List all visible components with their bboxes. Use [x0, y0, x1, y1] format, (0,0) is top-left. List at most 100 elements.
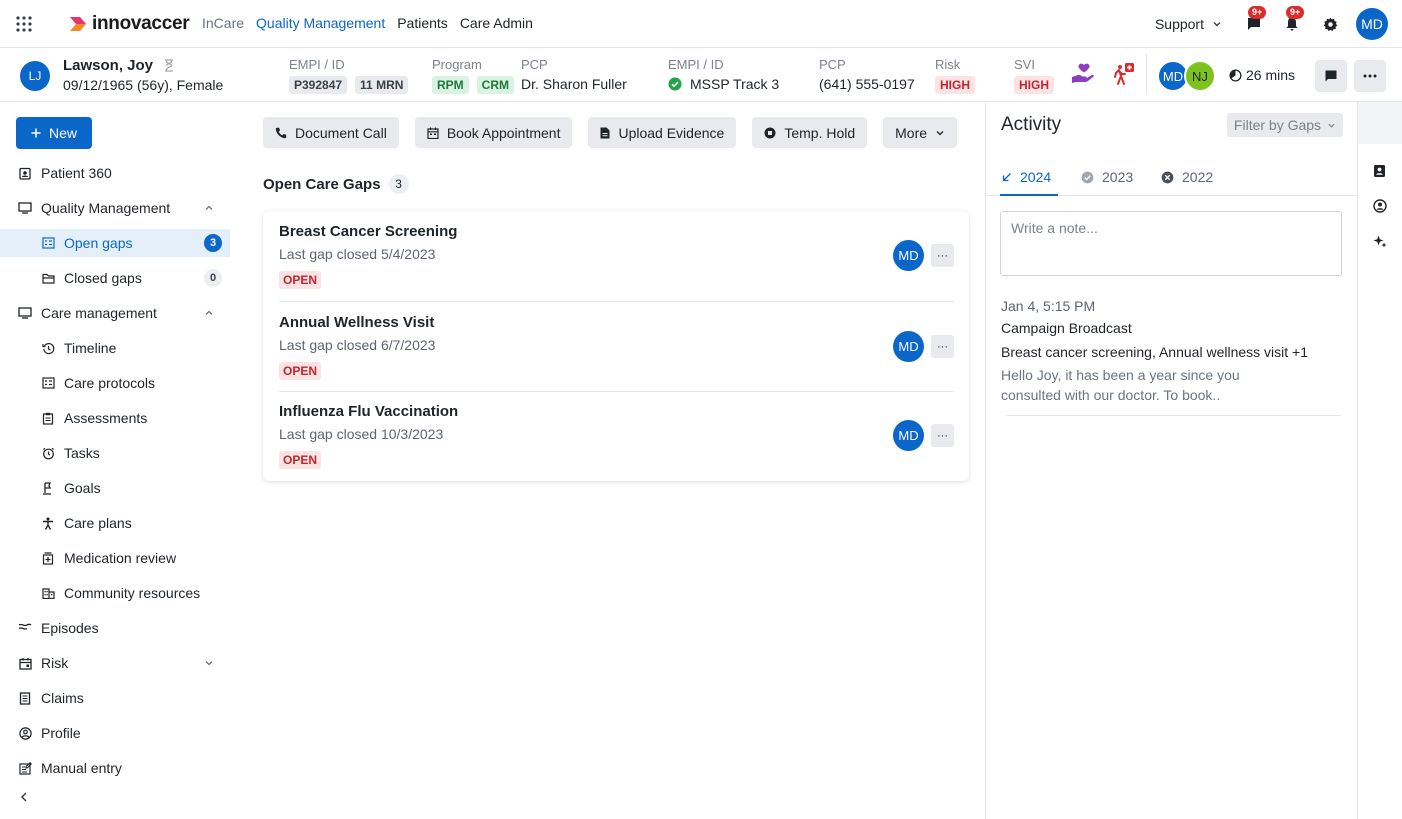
sparkle-icon[interactable] [1373, 234, 1387, 248]
risk-field: Risk HIGH [935, 57, 975, 94]
patient-name[interactable]: Lawson, Joy [63, 57, 153, 74]
sidebar-item-label: Episodes [41, 620, 99, 636]
tab-2024-label: 2024 [1020, 169, 1052, 185]
filter-by-gaps-button[interactable]: Filter by Gaps [1227, 113, 1343, 137]
building-icon [41, 586, 55, 600]
active-tab-indicator [1000, 194, 1058, 196]
hourglass-icon[interactable] [163, 59, 175, 72]
filter-by-gaps-label: Filter by Gaps [1233, 117, 1322, 133]
settings-button[interactable] [1318, 12, 1342, 36]
sidebar-item-care-plans[interactable]: Care plans [0, 509, 230, 537]
care-gap-title[interactable]: Breast Cancer Screening [279, 223, 457, 240]
activity-message: Hello Joy, it has been a year since you … [1001, 367, 1240, 403]
care-gap-more-button[interactable]: ··· [931, 335, 954, 358]
support-menu[interactable]: Support [1155, 16, 1222, 32]
care-gap-more-button[interactable]: ··· [931, 244, 954, 267]
care-gap-title[interactable]: Annual Wellness Visit [279, 314, 434, 331]
care-gap-item[interactable]: Influenza Flu Vaccination Last gap close… [279, 391, 954, 481]
new-button[interactable]: New [16, 117, 92, 149]
sidebar-item-quality-management[interactable]: Quality Management [0, 194, 230, 222]
emergency-walk-icon[interactable] [1111, 62, 1135, 86]
contact-card-icon[interactable] [1373, 164, 1387, 178]
sidebar-item-label: Tasks [64, 445, 100, 461]
sidebar-item-profile[interactable]: Profile [0, 719, 230, 747]
chevron-up-icon [204, 203, 214, 213]
collapse-sidebar-button[interactable] [19, 791, 29, 803]
document-call-label: Document Call [295, 124, 387, 141]
care-gap-item[interactable]: Annual Wellness Visit Last gap closed 6/… [279, 302, 954, 392]
empi-id-chip[interactable]: P392847 [289, 76, 348, 94]
care-hands-icon[interactable] [1071, 62, 1097, 86]
program-rpm-chip[interactable]: RPM [432, 76, 469, 94]
program-crm-chip[interactable]: CRM [476, 76, 514, 94]
sidebar-item-timeline[interactable]: Timeline [0, 334, 230, 362]
care-gap-status-badge: OPEN [279, 362, 322, 380]
sidebar-item-risk[interactable]: Risk [0, 649, 230, 677]
brand-logo[interactable]: innovaccer [68, 13, 190, 35]
upload-evidence-label: Upload Evidence [618, 124, 725, 141]
check-circle-icon [668, 77, 682, 91]
sidebar-item-open-gaps[interactable]: Open gaps 3 [0, 229, 230, 257]
sidebar-item-assessments[interactable]: Assessments [0, 404, 230, 432]
sidebar-item-medication-review[interactable]: Medication review [0, 544, 230, 572]
sidebar-item-label: Timeline [64, 340, 117, 356]
mrn-chip[interactable]: 11 MRN [355, 76, 409, 94]
nav-care-admin[interactable]: Care Admin [460, 15, 533, 31]
timer[interactable]: 26 mins [1229, 67, 1295, 83]
sidebar-item-manual-entry[interactable]: Manual entry [0, 754, 230, 782]
activity-timestamp: Jan 4, 5:15 PM [1001, 298, 1096, 314]
care-gap-assignee-avatar[interactable]: MD [893, 420, 924, 451]
tab-2024[interactable]: 2024 [1002, 162, 1051, 192]
new-button-label: New [48, 125, 77, 141]
assignee-avatar-nj[interactable]: NJ [1184, 60, 1216, 92]
care-gap-assignee-avatar[interactable]: MD [893, 240, 924, 271]
care-gap-item[interactable]: Breast Cancer Screening Last gap closed … [279, 211, 954, 301]
nav-incare[interactable]: InCare [202, 15, 244, 31]
episodes-icon [18, 621, 32, 635]
brand-name: innovaccer [92, 13, 190, 34]
clipboard-icon [41, 411, 55, 425]
care-gap-title[interactable]: Influenza Flu Vaccination [279, 403, 458, 420]
document-call-button[interactable]: Document Call [263, 117, 399, 148]
sidebar-item-label: Community resources [64, 585, 201, 601]
sidebar-item-goals[interactable]: Goals [0, 474, 230, 502]
care-gap-assignee-avatar[interactable]: MD [893, 331, 924, 362]
calendar-icon [427, 127, 439, 139]
notifications-badge: 9+ [1286, 6, 1305, 19]
book-appointment-button[interactable]: Book Appointment [414, 117, 573, 148]
chevron-down-icon [1327, 121, 1336, 130]
chevron-down-icon [1212, 19, 1222, 29]
sidebar-item-patient-360[interactable]: Patient 360 [0, 159, 230, 187]
temp-hold-button[interactable]: Temp. Hold [752, 117, 868, 148]
tab-2023[interactable]: 2023 [1081, 162, 1133, 192]
app-grid-icon[interactable] [15, 15, 33, 33]
sidebar-item-claims[interactable]: Claims [0, 684, 230, 712]
sidebar-item-label: Care management [41, 305, 157, 321]
user-circle-icon[interactable] [1373, 199, 1387, 213]
sidebar-item-closed-gaps[interactable]: Closed gaps 0 [0, 264, 230, 292]
user-avatar[interactable]: MD [1356, 8, 1388, 40]
note-input[interactable] [1000, 211, 1342, 276]
activity-heading[interactable]: Campaign Broadcast [1001, 320, 1132, 336]
notifications-button[interactable]: 9+ [1280, 6, 1305, 36]
temp-hold-label: Temp. Hold [784, 124, 856, 141]
care-gap-status-badge: OPEN [279, 271, 322, 289]
header-more-button[interactable] [1354, 60, 1386, 92]
sidebar-item-community-resources[interactable]: Community resources [0, 579, 230, 607]
messages-button[interactable]: 9+ [1242, 6, 1267, 36]
tab-2022[interactable]: 2022 [1161, 162, 1213, 192]
sidebar-item-tasks[interactable]: Tasks [0, 439, 230, 467]
nav-patients[interactable]: Patients [397, 15, 448, 31]
open-gaps-count: 3 [204, 234, 222, 252]
nav-quality-management[interactable]: Quality Management [256, 15, 385, 31]
upload-evidence-button[interactable]: Upload Evidence [588, 117, 737, 148]
sidebar-item-care-management[interactable]: Care management [0, 299, 230, 327]
chat-button[interactable] [1315, 60, 1347, 92]
chevron-down-icon [204, 658, 214, 668]
sidebar-item-care-protocols[interactable]: Care protocols [0, 369, 230, 397]
sidebar-item-episodes[interactable]: Episodes [0, 614, 230, 642]
care-gap-more-button[interactable]: ··· [931, 424, 954, 447]
more-actions-label: More [895, 124, 928, 141]
empi-field: EMPI / ID P392847 11 MRN [289, 57, 409, 94]
more-actions-button[interactable]: More [883, 117, 958, 148]
